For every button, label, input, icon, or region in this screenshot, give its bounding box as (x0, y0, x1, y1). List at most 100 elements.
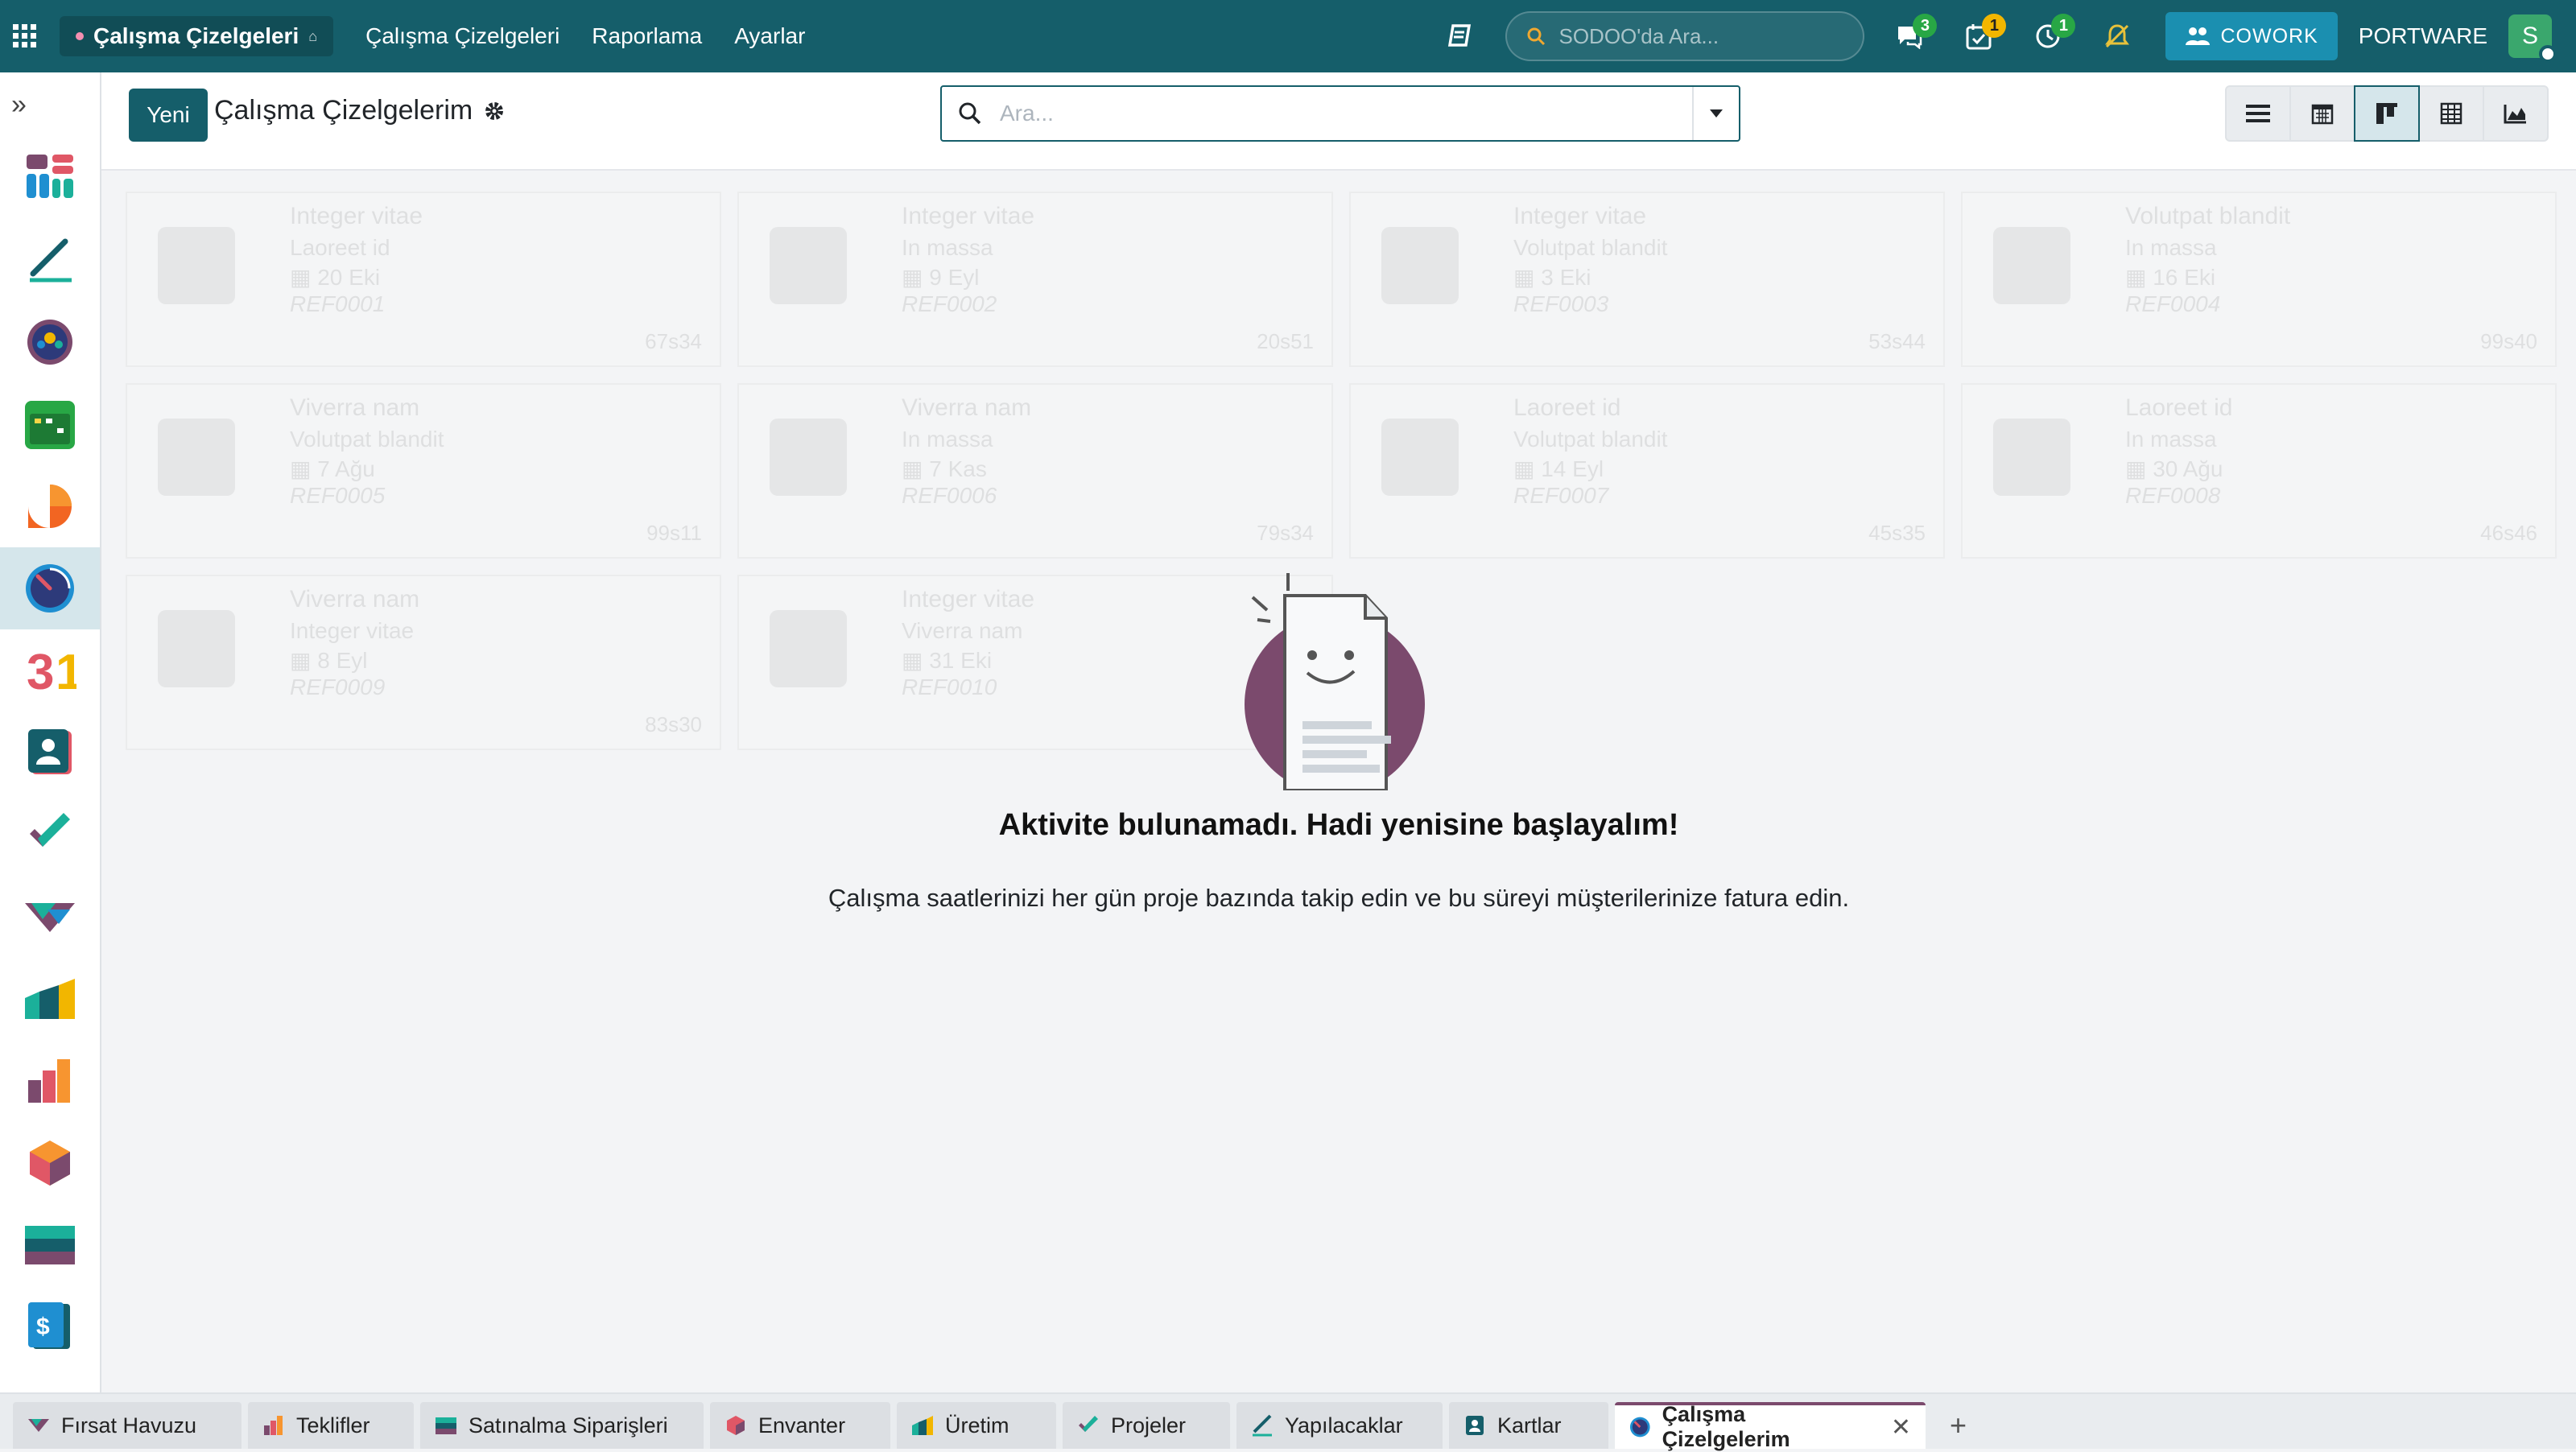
double-chevron-right-icon: » (11, 89, 27, 120)
tab-my-timesheets[interactable]: Çalışma Çizelgelerim ✕ (1615, 1402, 1926, 1451)
sidebar-app-invoicing[interactable]: $ (0, 1286, 100, 1368)
cowork-label: COWORK (2220, 24, 2318, 47)
sidebar-app-crm[interactable] (0, 876, 100, 958)
tab-label: Fırsat Havuzu (61, 1413, 197, 1438)
view-switcher (2225, 85, 2549, 142)
search-icon (1527, 27, 1546, 46)
activities-button[interactable]: 1 (1955, 12, 2007, 60)
kanban-icon (2376, 103, 2397, 124)
tab-label: Kartlar (1497, 1413, 1562, 1438)
tab-cards[interactable]: Kartlar (1449, 1402, 1608, 1449)
apps-menu-button[interactable] (0, 0, 50, 72)
company-switcher[interactable]: PORTWARE (2359, 23, 2487, 49)
grid-icon (13, 24, 36, 47)
contact-card-icon (28, 729, 72, 774)
empty-state: Aktivite bulunamadı. Hadi yenisine başla… (101, 171, 2576, 1392)
menu-item-settings[interactable]: Ayarlar (718, 23, 821, 49)
user-avatar[interactable]: S (2508, 14, 2557, 63)
sidebar-app-agenda[interactable]: 3 1 (0, 629, 100, 712)
list-view-button[interactable] (2225, 85, 2291, 142)
pivot-view-button[interactable] (2418, 85, 2484, 142)
sidebar-app-purchase[interactable] (0, 1204, 100, 1286)
sidebar-app-sales[interactable] (0, 1040, 100, 1122)
handshake-icon (25, 903, 75, 932)
timer-button[interactable]: 1 (2024, 12, 2076, 60)
app-sidebar: » 3 1 $ (0, 72, 101, 1392)
area-chart-icon (2504, 105, 2526, 124)
sidebar-app-discuss[interactable] (0, 465, 100, 547)
contact-card-icon (1466, 1416, 1484, 1435)
menu-item-reporting[interactable]: Raporlama (576, 23, 718, 49)
tab-quotations[interactable]: Teklifler (248, 1402, 414, 1449)
checkmark-app-icon (30, 813, 70, 847)
new-button[interactable]: Yeni (129, 89, 208, 142)
sidebar-app-calendar[interactable] (0, 383, 100, 465)
main-menu: Çalışma Çizelgeleri Raporlama Ayarlar (349, 23, 821, 49)
cowork-button[interactable]: COWORK (2165, 12, 2338, 60)
tab-purchase-orders[interactable]: Satınalma Siparişleri (420, 1402, 704, 1449)
sidebar-app-manufacturing[interactable] (0, 958, 100, 1040)
tab-todo[interactable]: Yapılacaklar (1236, 1402, 1443, 1449)
tab-label: Teklifler (296, 1413, 370, 1438)
users-icon (2186, 27, 2211, 45)
svg-text:1: 1 (56, 645, 76, 697)
calendar-31-icon: 3 1 (27, 645, 76, 697)
kanban-area: Integer vitae Laoreet id ▦ 20 Eki REF0001 67… (101, 171, 2576, 1392)
bottom-tab-bar: Fırsat Havuzu Teklifler Satınalma Sipari… (0, 1392, 2576, 1451)
empty-state-title: Aktivite bulunamadı. Hadi yenisine başla… (998, 808, 1679, 842)
svg-text:$: $ (36, 1314, 50, 1340)
graph-view-button[interactable] (2483, 85, 2549, 142)
breadcrumb: Çalışma Çizelgelerim (214, 95, 505, 126)
activities-badge: 1 (1982, 14, 2007, 38)
menu-item-timesheets[interactable]: Çalışma Çizelgeleri (349, 23, 576, 49)
sidebar-app-contacts[interactable] (0, 712, 100, 794)
tab-manufacturing[interactable]: Üretim (897, 1402, 1056, 1449)
notifications-off-button[interactable] (2093, 12, 2141, 60)
global-search-placeholder: SODOO'da Ara... (1558, 23, 1719, 48)
pen-icon (30, 238, 72, 283)
home-icon: ⌂ (308, 27, 318, 44)
search-options-toggle[interactable] (1692, 87, 1739, 140)
sidebar-app-dashboard[interactable] (0, 137, 100, 219)
search-bar (940, 85, 1740, 142)
sidebar-app-inventory[interactable] (0, 1122, 100, 1204)
tab-inventory[interactable]: Envanter (710, 1402, 890, 1449)
tab-label: Üretim (945, 1413, 1009, 1438)
tab-projects[interactable]: Projeler (1063, 1402, 1230, 1449)
add-tab-button[interactable]: + (1932, 1402, 1984, 1449)
list-icon (2246, 105, 2270, 122)
current-app-name: Çalışma Çizelgeleri (93, 23, 299, 48)
sidebar-app-notes[interactable] (0, 219, 100, 301)
page-title: Çalışma Çizelgelerim (214, 95, 473, 126)
status-dot-icon (2539, 45, 2557, 63)
messages-button[interactable]: 3 (1885, 12, 1938, 60)
timesheet-gauge-icon (1629, 1417, 1650, 1438)
calendar-view-button[interactable] (2289, 85, 2355, 142)
timesheet-gauge-icon (26, 564, 74, 613)
knowledge-button[interactable] (1436, 12, 1484, 60)
gear-icon[interactable] (484, 101, 505, 122)
tab-label: Çalışma Çizelgelerim (1662, 1402, 1790, 1451)
card-stack-icon (436, 1417, 456, 1434)
sidebar-app-project[interactable] (0, 794, 100, 876)
search-input[interactable] (998, 100, 1692, 127)
dashboard-icon (27, 155, 73, 198)
factory-icon (25, 979, 75, 1019)
current-app-pill[interactable]: Çalışma Çizelgeleri ⌂ (60, 16, 334, 56)
control-panel: Yeni Çalışma Çizelgelerim (101, 72, 2576, 171)
book-icon (1448, 24, 1472, 47)
close-tab-icon[interactable]: ✕ (1891, 1413, 1911, 1442)
table-grid-icon (2440, 102, 2462, 125)
sidebar-expand-button[interactable]: » (0, 72, 100, 137)
empty-state-description: Çalışma saatlerinizi her gün proje bazın… (828, 884, 1850, 912)
sidebar-app-timesheets[interactable] (0, 547, 100, 629)
kanban-view-button[interactable] (2354, 85, 2420, 142)
team-circle-icon (27, 320, 72, 365)
tab-pipeline[interactable]: Fırsat Havuzu (13, 1402, 242, 1449)
global-search[interactable]: SODOO'da Ara... (1505, 11, 1865, 61)
card-stack-icon (25, 1226, 75, 1264)
handshake-icon (28, 1419, 49, 1432)
top-navbar: Çalışma Çizelgeleri ⌂ Çalışma Çizelgeler… (0, 0, 2576, 72)
sidebar-app-employees[interactable] (0, 301, 100, 383)
chat-bubble-icon (28, 485, 72, 528)
